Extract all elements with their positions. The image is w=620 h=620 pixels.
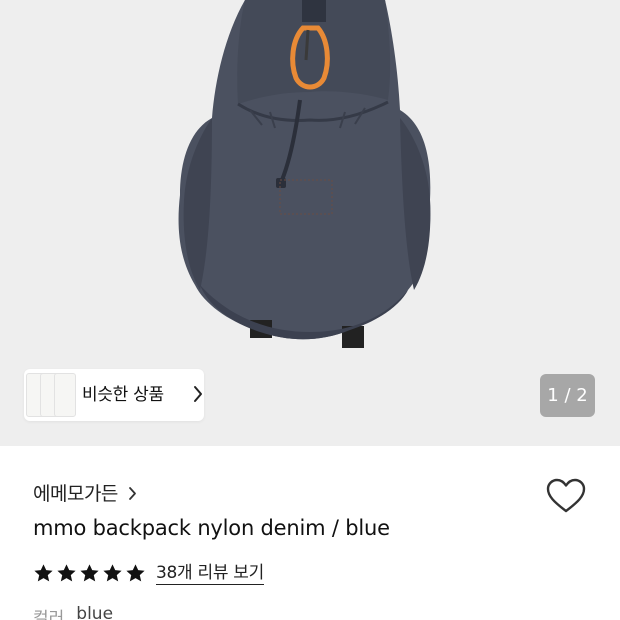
star-icon [80, 563, 99, 581]
rating-row: 38개 리뷰 보기 [33, 560, 264, 586]
wishlist-heart-icon[interactable] [546, 478, 586, 514]
view-reviews-link[interactable]: 38개 리뷰 보기 [156, 562, 264, 585]
star-rating [33, 563, 146, 584]
product-title: mmo backpack nylon denim / blue [33, 516, 390, 540]
similar-product-thumbnails [24, 369, 84, 421]
similar-products-label: 비슷한 상품 [82, 385, 164, 405]
option-value: blue [76, 604, 114, 620]
brand-link[interactable]: 에메모가든 [33, 478, 137, 506]
chevron-right-icon [129, 486, 136, 500]
image-pager: 1 / 2 [540, 374, 595, 417]
similar-products-button[interactable]: 비슷한 상품 [24, 369, 204, 421]
star-icon [126, 563, 145, 581]
star-icon [103, 563, 122, 581]
option-row: 컬러 blue [33, 604, 113, 620]
star-icon [34, 563, 53, 581]
star-icon [57, 563, 76, 581]
chevron-right-icon [194, 386, 202, 402]
product-image-gallery[interactable]: 비슷한 상품 1 / 2 [0, 0, 620, 446]
thumbnail [54, 373, 76, 417]
option-label: 컬러 [33, 609, 65, 620]
brand-name: 에메모가든 [33, 482, 118, 505]
